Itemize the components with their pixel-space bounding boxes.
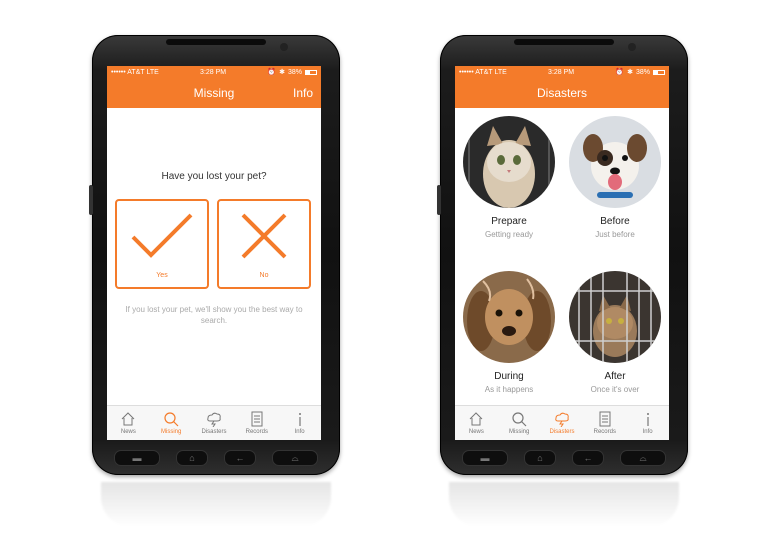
bluetooth-icon: ✱ <box>279 69 285 76</box>
question-text: Have you lost your pet? <box>161 171 267 182</box>
item-title: Prepare <box>491 216 527 227</box>
no-label: No <box>259 272 269 279</box>
home-icon <box>122 412 135 426</box>
item-subtitle: As it happens <box>484 385 534 394</box>
phone-icon: ▬ <box>480 453 490 463</box>
search-icon <box>164 412 179 427</box>
page-title: Missing <box>193 86 235 100</box>
screen-missing: •••••• AT&T LTE 3:28 PM ⏰ ✱ 38% Missing … <box>107 66 321 440</box>
back-arrow-icon: ← <box>583 453 593 463</box>
nav-bar: Disasters <box>455 78 669 108</box>
storm-icon <box>555 412 569 427</box>
phone-right: •••••• AT&T LTE 3:28 PM ⏰ ✱ 38% Disaster… <box>437 35 688 475</box>
side-button <box>89 185 93 215</box>
disaster-item-during[interactable]: During As it happens <box>459 271 559 394</box>
search-icon <box>512 412 527 427</box>
storm-icon <box>207 412 221 427</box>
nav-bar: Missing Info <box>107 78 321 108</box>
hardware-buttons: ▬ ⌂ ← ⌓ <box>462 449 666 467</box>
phone-reflection <box>449 482 679 527</box>
back-button[interactable]: ← <box>224 450 256 466</box>
dog-image <box>569 116 661 208</box>
tab-disasters[interactable]: Disasters <box>193 411 235 435</box>
call-button[interactable]: ▬ <box>462 450 508 466</box>
item-title: After <box>604 371 626 382</box>
alarm-icon: ⏰ <box>267 69 277 76</box>
item-title: During <box>494 371 524 382</box>
wet-dog-image <box>463 271 555 363</box>
call-button[interactable]: ▬ <box>114 450 160 466</box>
checkmark-icon <box>131 213 193 258</box>
battery-label: 38% <box>287 68 302 76</box>
phone-icon: ▬ <box>132 453 142 463</box>
battery-icon <box>653 69 665 75</box>
tab-missing[interactable]: Missing <box>498 411 540 435</box>
end-call-button[interactable]: ⌓ <box>620 450 666 466</box>
hint-text: If you lost your pet, we'll show you the… <box>125 305 303 325</box>
disaster-item-before[interactable]: Before Just before <box>565 116 665 239</box>
battery-icon <box>305 69 317 75</box>
tab-news[interactable]: News <box>455 411 497 435</box>
time-label: 3:28 PM <box>548 68 575 76</box>
cross-icon <box>241 213 287 259</box>
back-button[interactable]: ← <box>572 450 604 466</box>
info-link[interactable]: Info <box>293 86 313 100</box>
home-icon: ⌂ <box>189 453 195 463</box>
item-subtitle: Getting ready <box>484 230 534 239</box>
no-button[interactable]: No <box>217 199 311 289</box>
item-title: Before <box>600 216 630 227</box>
back-arrow-icon: ← <box>235 453 245 463</box>
home-button[interactable]: ⌂ <box>524 450 556 466</box>
caged-cat-image <box>569 271 661 363</box>
tab-records[interactable]: Records <box>236 411 278 435</box>
home-button[interactable]: ⌂ <box>176 450 208 466</box>
disaster-item-after[interactable]: After Once it's over <box>565 271 665 394</box>
end-call-icon: ⌓ <box>639 452 647 463</box>
carrier-label: •••••• AT&T LTE <box>459 68 507 76</box>
status-bar: •••••• AT&T LTE 3:28 PM ⏰ ✱ 38% <box>107 66 321 78</box>
camera <box>628 43 636 51</box>
records-icon <box>251 411 263 427</box>
tab-bar: News Missing Disasters Records Info <box>455 405 669 440</box>
battery-label: 38% <box>635 68 650 76</box>
carrier-label: •••••• AT&T LTE <box>111 68 159 76</box>
tab-info[interactable]: Info <box>627 411 669 435</box>
home-icon: ⌂ <box>537 453 543 463</box>
speaker <box>166 39 266 45</box>
time-label: 3:28 PM <box>200 68 227 76</box>
speaker <box>514 39 614 45</box>
item-subtitle: Just before <box>595 230 635 239</box>
end-call-button[interactable]: ⌓ <box>272 450 318 466</box>
phone-left: •••••• AT&T LTE 3:28 PM ⏰ ✱ 38% Missing … <box>89 35 340 475</box>
records-icon <box>599 411 611 427</box>
page-title: Disasters <box>536 86 587 100</box>
info-icon <box>298 413 301 426</box>
end-call-icon: ⌓ <box>291 452 299 463</box>
phone-reflection <box>101 482 331 527</box>
kitten-image <box>463 116 555 208</box>
item-subtitle: Once it's over <box>590 385 640 394</box>
side-button <box>437 185 441 215</box>
home-icon <box>470 412 483 426</box>
bluetooth-icon: ✱ <box>627 69 633 76</box>
status-bar: •••••• AT&T LTE 3:28 PM ⏰ ✱ 38% <box>455 66 669 78</box>
tab-missing[interactable]: Missing <box>150 411 192 435</box>
info-icon <box>646 413 649 426</box>
yes-label: Yes <box>156 272 168 279</box>
yes-button[interactable]: Yes <box>115 199 209 289</box>
camera <box>280 43 288 51</box>
hardware-buttons: ▬ ⌂ ← ⌓ <box>114 449 318 467</box>
tab-disasters[interactable]: Disasters <box>541 411 583 435</box>
tab-records[interactable]: Records <box>584 411 626 435</box>
screen-disasters: •••••• AT&T LTE 3:28 PM ⏰ ✱ 38% Disaster… <box>455 66 669 440</box>
alarm-icon: ⏰ <box>615 69 625 76</box>
tab-info[interactable]: Info <box>279 411 321 435</box>
tab-bar: News Missing Disasters Records Info <box>107 405 321 440</box>
disaster-item-prepare[interactable]: Prepare Getting ready <box>459 116 559 239</box>
tab-news[interactable]: News <box>107 411 149 435</box>
